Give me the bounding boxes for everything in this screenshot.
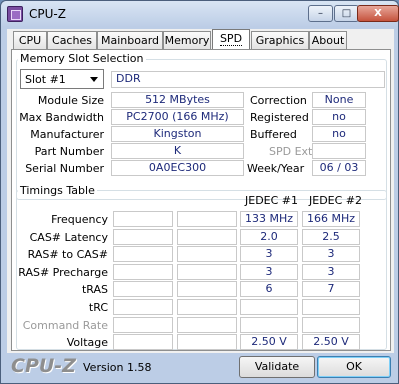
- timing-jedec2-value: 2.50 V: [302, 334, 360, 350]
- timing-empty-cell: [113, 246, 173, 262]
- jedec1-header: JEDEC #1: [245, 194, 299, 207]
- tab-graphics[interactable]: Graphics: [251, 31, 309, 49]
- validate-button[interactable]: Validate: [239, 356, 315, 378]
- timing-empty-cell: [177, 299, 237, 315]
- timing-jedec2-value: [302, 299, 360, 315]
- manufacturer-label: Manufacturer: [30, 128, 104, 141]
- footer-bar: CPU-Z Version 1.58 Validate OK: [7, 355, 394, 379]
- cpuz-window: CPU-Z – □ X CPU Caches Mainboard Memory …: [0, 0, 399, 384]
- manufacturer-value: Kingston: [111, 126, 244, 142]
- timing-empty-cell: [113, 281, 173, 297]
- timing-empty-cell: [113, 264, 173, 280]
- part-number-label: Part Number: [34, 145, 104, 158]
- timing-empty-cell: [177, 246, 237, 262]
- close-button[interactable]: X: [357, 5, 399, 22]
- tab-caches[interactable]: Caches: [47, 31, 97, 49]
- tab-cpu[interactable]: CPU: [13, 31, 47, 49]
- timing-empty-cell: [113, 317, 173, 333]
- part-number-value: K: [111, 143, 244, 159]
- correction-value: None: [312, 92, 366, 108]
- timing-row-label: RAS# to CAS#: [27, 248, 108, 261]
- memory-type-field: DDR: [111, 71, 385, 88]
- minimize-button[interactable]: –: [308, 5, 333, 22]
- buffered-value: no: [312, 126, 366, 142]
- timing-jedec1-value: 2.50 V: [240, 334, 298, 350]
- max-bandwidth-value: PC2700 (166 MHz): [111, 109, 244, 125]
- timing-jedec2-value: [302, 317, 360, 333]
- cpuz-app-icon[interactable]: [7, 6, 23, 22]
- timing-empty-cell: [177, 317, 237, 333]
- timing-row-label: Frequency: [51, 213, 108, 226]
- slot-select-value: Slot #1: [25, 73, 66, 86]
- window-title: CPU-Z: [29, 7, 66, 21]
- timing-jedec1-value: 2.0: [240, 229, 298, 245]
- slot-select[interactable]: Slot #1: [20, 69, 104, 89]
- timing-row-label: tRC: [88, 301, 108, 314]
- week-year-value: 06 / 03: [312, 160, 366, 176]
- timing-row-label: CAS# Latency: [29, 231, 108, 244]
- spd-tab-panel: Memory Slot Selection Slot #1 DDR Module…: [11, 49, 391, 351]
- timing-jedec1-value: 3: [240, 264, 298, 280]
- jedec2-header: JEDEC #2: [309, 194, 363, 207]
- timing-empty-cell: [113, 299, 173, 315]
- version-text: Version 1.58: [83, 361, 152, 374]
- timing-row-label: tRAS: [81, 283, 108, 296]
- week-year-label: Week/Year: [247, 162, 305, 175]
- memory-slot-group-title: Memory Slot Selection: [18, 52, 146, 65]
- timings-group-title: Timings Table: [18, 184, 97, 197]
- module-size-label: Module Size: [37, 94, 104, 107]
- timing-empty-cell: [113, 211, 173, 227]
- timing-empty-cell: [177, 264, 237, 280]
- timing-empty-cell: [177, 229, 237, 245]
- tab-about[interactable]: About: [309, 31, 347, 49]
- spd-ext-label: SPD Ext.: [269, 145, 316, 158]
- timing-jedec1-value: 6: [240, 281, 298, 297]
- chevron-down-icon: [90, 77, 98, 82]
- buffered-label: Buffered: [250, 128, 297, 141]
- timing-jedec2-value: 7: [302, 281, 360, 297]
- timing-jedec1-value: 3: [240, 246, 298, 262]
- timing-jedec2-value: 3: [302, 246, 360, 262]
- timing-empty-cell: [113, 334, 173, 350]
- tab-memory[interactable]: Memory: [163, 31, 211, 49]
- timing-jedec1-value: 133 MHz: [240, 211, 298, 227]
- tab-mainboard[interactable]: Mainboard: [97, 31, 163, 49]
- title-bar[interactable]: CPU-Z – □ X: [1, 1, 399, 27]
- timing-jedec1-value: [240, 299, 298, 315]
- timing-row-label: Command Rate: [22, 319, 108, 332]
- timing-jedec1-value: [240, 317, 298, 333]
- module-size-value: 512 MBytes: [111, 92, 244, 108]
- spd-ext-value: [312, 143, 366, 159]
- tab-spd[interactable]: SPD: [212, 29, 250, 50]
- timing-jedec2-value: 166 MHz: [302, 211, 360, 227]
- serial-number-label: Serial Number: [25, 162, 104, 175]
- serial-number-value: 0A0EC300: [111, 160, 244, 176]
- timing-jedec2-value: 3: [302, 264, 360, 280]
- correction-label: Correction: [250, 94, 307, 107]
- registered-value: no: [312, 109, 366, 125]
- registered-label: Registered: [250, 111, 309, 124]
- cpuz-logo: CPU-Z: [11, 355, 76, 377]
- maximize-button[interactable]: □: [334, 5, 359, 22]
- timing-empty-cell: [177, 281, 237, 297]
- timing-jedec2-value: 2.5: [302, 229, 360, 245]
- client-area: CPU Caches Mainboard Memory SPD Graphics…: [7, 29, 394, 353]
- timing-empty-cell: [177, 211, 237, 227]
- timing-row-label: Voltage: [66, 336, 108, 349]
- timing-empty-cell: [113, 229, 173, 245]
- timing-empty-cell: [177, 334, 237, 350]
- timing-row-label: RAS# Precharge: [18, 266, 108, 279]
- max-bandwidth-label: Max Bandwidth: [19, 111, 104, 124]
- ok-button[interactable]: OK: [317, 356, 391, 378]
